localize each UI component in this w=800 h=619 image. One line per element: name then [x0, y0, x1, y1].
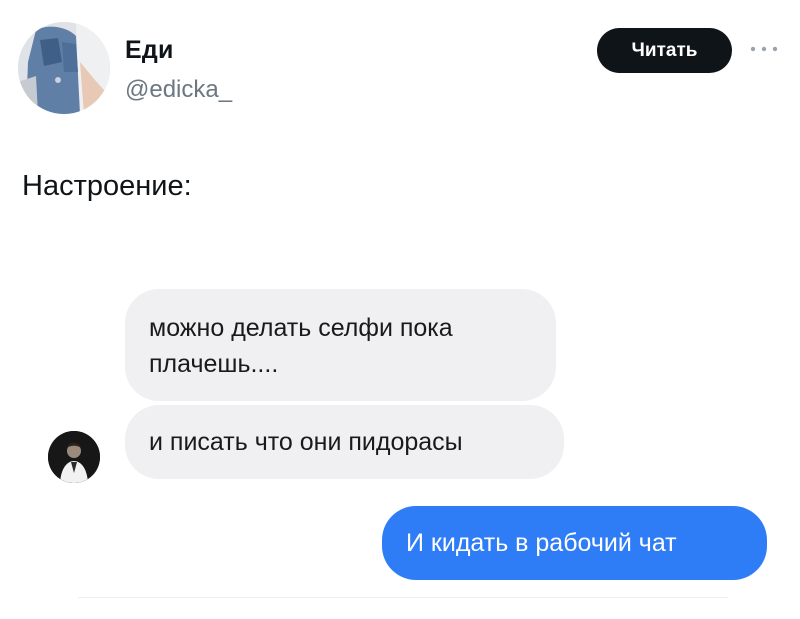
user-handle[interactable]: @edicka_: [125, 76, 232, 104]
more-horizontal-icon: [750, 46, 778, 52]
follow-button[interactable]: Читать: [597, 28, 732, 73]
profile-avatar[interactable]: [18, 22, 110, 114]
tweet-text: Настроение:: [22, 170, 192, 202]
more-button[interactable]: [745, 36, 783, 62]
contact-avatar: [48, 431, 100, 483]
outgoing-message: И кидать в рабочий чат: [382, 506, 767, 580]
incoming-message: и писать что они пидорасы: [125, 405, 564, 479]
contact-avatar-photo-icon: [48, 431, 100, 483]
user-avatar-photo-icon: [18, 22, 110, 114]
incoming-message: можно делать селфи пока плачешь....: [125, 289, 556, 401]
display-name[interactable]: Еди: [125, 36, 174, 65]
divider: [78, 597, 728, 598]
